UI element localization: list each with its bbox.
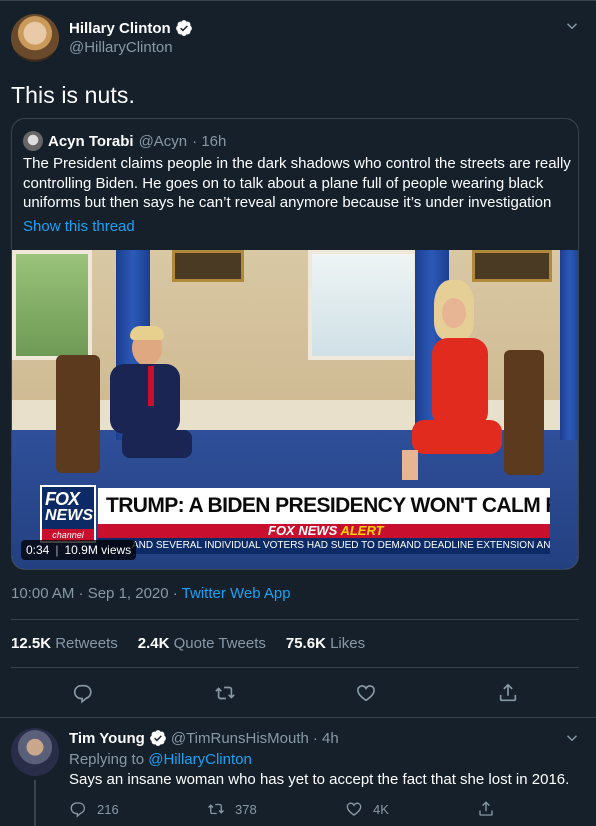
video-scene-person-left xyxy=(92,326,192,475)
video-ticker: AND SEVERAL INDIVIDUAL VOTERS HAD SUED T… xyxy=(98,538,550,554)
quoted-author-name: Acyn Torabi xyxy=(48,132,134,150)
share-icon[interactable] xyxy=(497,682,519,704)
quote-label: Quote Tweets xyxy=(173,635,266,652)
replying-to: Replying to @HillaryClinton xyxy=(69,751,252,768)
video-scene-person-right xyxy=(402,280,512,480)
alert-prefix: FOX NEWS xyxy=(268,523,341,538)
reply-like-action[interactable]: 4K xyxy=(345,800,389,818)
top-border xyxy=(0,0,596,1)
divider xyxy=(11,667,579,668)
tweet-timestamp[interactable]: 10:00 AM · Sep 1, 2020 · xyxy=(11,585,182,602)
like-icon xyxy=(346,802,362,816)
video-views: 10.9M views xyxy=(64,543,132,557)
avatar[interactable] xyxy=(11,14,59,62)
tweet-source[interactable]: Twitter Web App xyxy=(182,585,291,602)
retweet-icon[interactable] xyxy=(214,682,236,704)
retweets-label: Retweets xyxy=(55,635,118,652)
quote-count: 2.4K xyxy=(137,635,170,652)
video-scene-window-left xyxy=(12,250,92,360)
quoted-tweet-header: Acyn Torabi @Acyn · 16h xyxy=(23,131,226,151)
thread-line xyxy=(34,780,36,826)
tweet-actions xyxy=(0,682,596,706)
reply-author-name[interactable]: Tim Young xyxy=(69,730,145,747)
author-name[interactable]: Hillary Clinton xyxy=(69,20,171,37)
reply-reply-action[interactable]: 216 xyxy=(69,800,119,818)
reply-icon[interactable] xyxy=(72,682,94,704)
retweets-count: 12.5K xyxy=(11,635,52,652)
video-alert-bar: FOX NEWS ALERT xyxy=(98,524,550,538)
logo-news-text: NEWS xyxy=(45,507,93,524)
share-icon xyxy=(479,801,493,816)
replying-prefix: Replying to xyxy=(69,751,149,768)
quoted-tweet-text: The President claims people in the dark … xyxy=(23,155,571,211)
reply-share-action[interactable] xyxy=(477,800,495,818)
author-handle[interactable]: @HillaryClinton xyxy=(69,39,173,56)
divider xyxy=(11,619,579,620)
badge-separator: | xyxy=(55,543,59,557)
likes-label: Likes xyxy=(330,635,366,652)
chevron-down-icon[interactable] xyxy=(563,729,581,747)
video-duration: 0:34 xyxy=(26,543,50,557)
retweet-icon xyxy=(208,803,224,815)
reply-header: Tim Young @TimRunsHisMouth · 4h xyxy=(69,729,339,747)
chevron-down-icon[interactable] xyxy=(563,17,581,35)
like-icon[interactable] xyxy=(355,682,377,704)
quote-tweets-stat[interactable]: 2.4K Quote Tweets xyxy=(138,635,266,652)
show-thread-link[interactable]: Show this thread xyxy=(23,218,135,235)
replying-to-handle[interactable]: @HillaryClinton xyxy=(148,751,252,768)
likes-stat[interactable]: 75.6K Likes xyxy=(286,635,365,652)
video-headline: TRUMP: A BIDEN PRESIDENCY WON'T CALM RIO… xyxy=(98,488,550,524)
reply-count: 216 xyxy=(97,801,119,817)
reply-avatar[interactable] xyxy=(11,728,59,776)
quoted-avatar xyxy=(23,131,43,151)
tweet-text: This is nuts. xyxy=(11,82,136,108)
quoted-time: · 16h xyxy=(192,132,227,150)
video-scene-painting xyxy=(472,250,552,282)
reply-author-handle[interactable]: @TimRunsHisMouth xyxy=(171,730,309,747)
video-player[interactable]: FOX NEWS channel TRUMP: A BIDEN PRESIDEN… xyxy=(12,250,578,569)
tweet-stats: 12.5K Retweets 2.4K Quote Tweets 75.6K L… xyxy=(11,635,365,652)
like-count: 4K xyxy=(373,801,389,817)
reply-icon xyxy=(70,802,86,818)
author-name-row[interactable]: Hillary Clinton xyxy=(69,19,193,37)
alert-word: ALERT xyxy=(340,523,384,538)
quoted-tweet-card[interactable]: Acyn Torabi @Acyn · 16h The President cl… xyxy=(11,118,579,570)
retweet-count: 378 xyxy=(235,801,257,817)
verified-badge-icon xyxy=(149,730,166,746)
section-divider xyxy=(0,717,596,718)
tweet-meta: 10:00 AM · Sep 1, 2020 · Twitter Web App xyxy=(11,585,291,602)
reply-time[interactable]: · 4h xyxy=(313,730,339,747)
likes-count: 75.6K xyxy=(285,635,326,652)
quoted-author-handle: @Acyn xyxy=(138,132,188,150)
retweets-stat[interactable]: 12.5K Retweets xyxy=(11,635,118,652)
fox-news-logo: FOX NEWS channel xyxy=(40,485,96,543)
video-scene-painting xyxy=(172,250,244,282)
reply-actions: 216 378 4K xyxy=(69,800,589,820)
video-scene-curtain xyxy=(560,250,578,440)
verified-badge-icon xyxy=(175,20,192,36)
reply-text: Says an insane woman who has yet to acce… xyxy=(69,771,570,788)
video-duration-badge: 0:34 | 10.9M views xyxy=(21,540,137,560)
reply-retweet-action[interactable]: 378 xyxy=(207,800,257,818)
